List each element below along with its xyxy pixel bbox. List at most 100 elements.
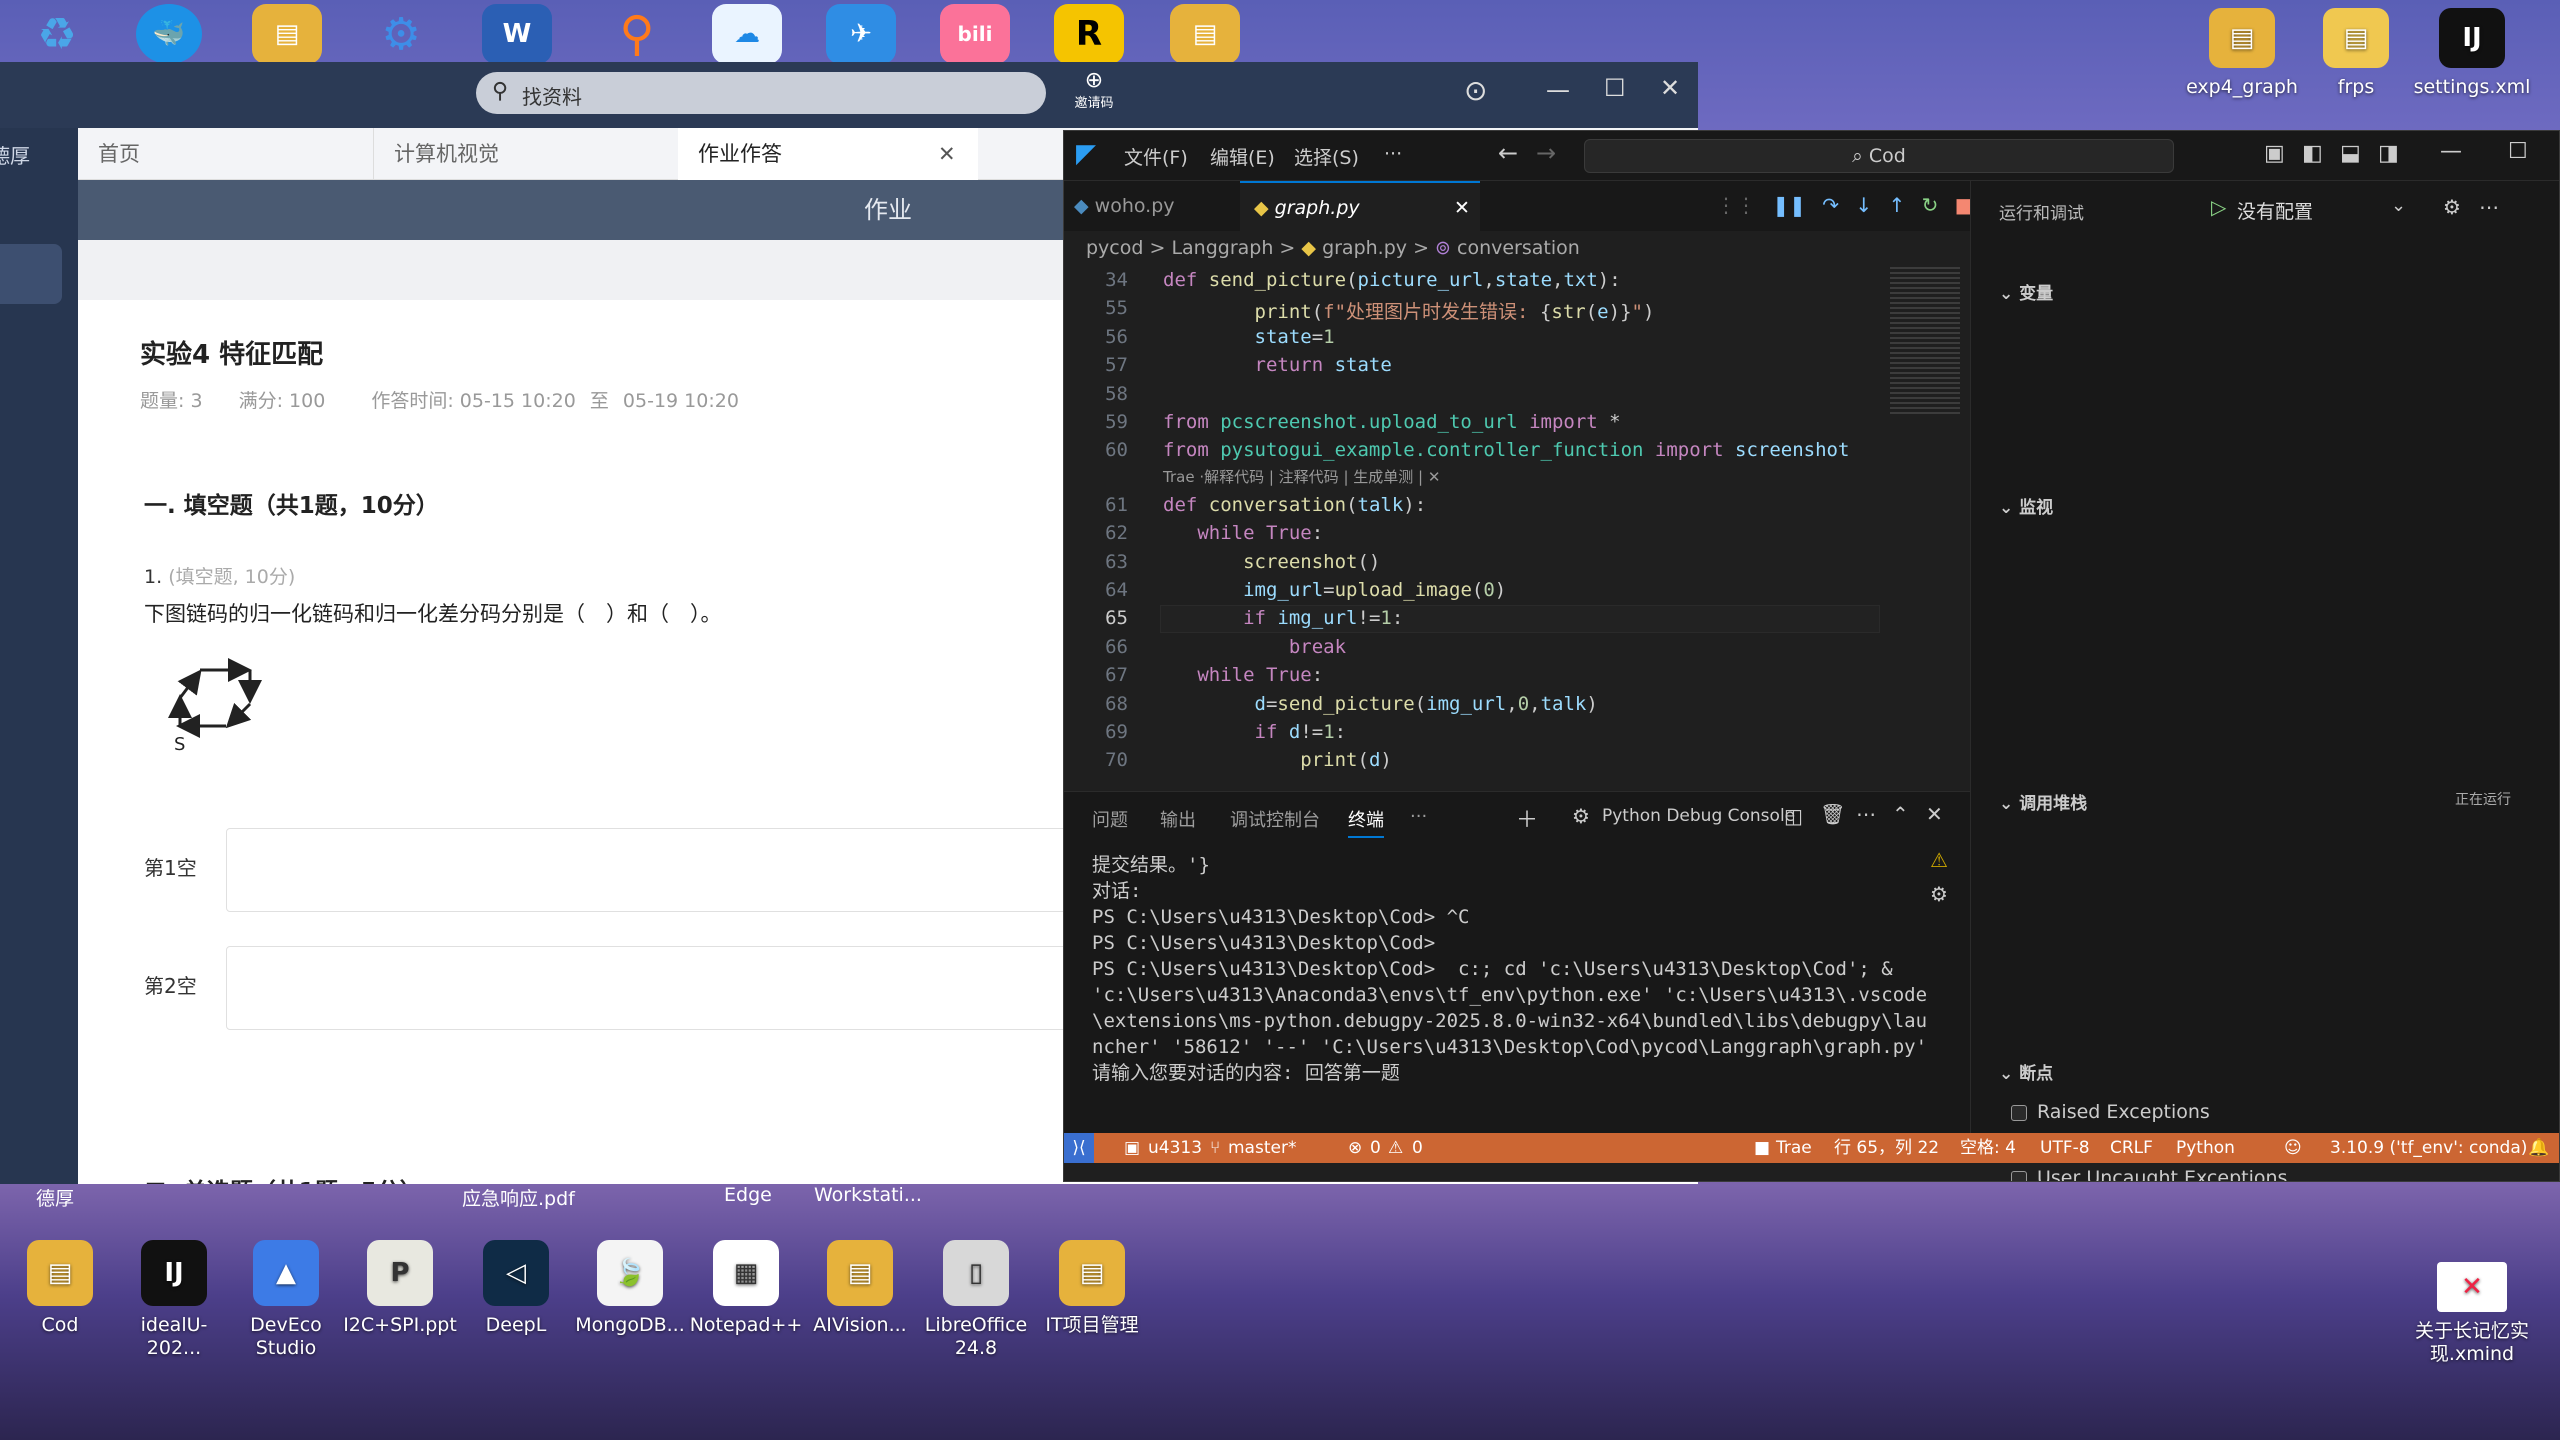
- desktop-icon[interactable]: ▤ Cod: [0, 1240, 120, 1337]
- breakpoints-section[interactable]: ⌄ 断点: [1971, 1059, 2559, 1084]
- status-spaces[interactable]: 空格: 4: [1960, 1133, 2016, 1163]
- recycle-bin-icon[interactable]: ♻: [22, 4, 92, 64]
- trash-icon[interactable]: 🗑: [1820, 802, 1845, 826]
- desktop-icon[interactable]: P I2C+SPI.ppt: [340, 1240, 460, 1337]
- desktop-label[interactable]: Workstati...: [814, 1184, 922, 1206]
- status-trae[interactable]: Trae: [1776, 1133, 1812, 1163]
- variables-section[interactable]: ⌄ 变量: [1971, 279, 2559, 304]
- desktop-icon[interactable]: ▤ exp4_graph: [2182, 8, 2302, 99]
- menu-file[interactable]: 文件(F): [1124, 143, 1188, 170]
- codelens[interactable]: Trae ·解释代码 | 注释代码 | 生成单测 | ✕: [1163, 466, 1440, 487]
- minimize-icon[interactable]: —: [2440, 139, 2462, 164]
- new-terminal-icon[interactable]: ＋: [1516, 802, 1538, 834]
- desktop-icon[interactable]: 🍃 MongoDB...: [570, 1240, 690, 1337]
- step-out-icon[interactable]: ↑: [1888, 193, 1905, 217]
- notification-icon[interactable]: 🔔: [2528, 1133, 2549, 1163]
- minimap[interactable]: [1890, 267, 1960, 417]
- callstack-section[interactable]: ⌄ 调用堆栈 正在运行: [1971, 789, 2559, 814]
- search-box[interactable]: ⚲ 找资料: [476, 72, 1046, 114]
- terminal-output[interactable]: 提交结果。'} 对话: PS C:\Users\u4313\Desktop\Co…: [1092, 852, 1932, 1086]
- invite-button[interactable]: ⊕ 邀请码: [1064, 70, 1124, 112]
- tab-problems[interactable]: 问题: [1092, 806, 1128, 832]
- maximize-icon[interactable]: ☐: [1604, 74, 1626, 102]
- watch-section[interactable]: ⌄ 监视: [1971, 493, 2559, 518]
- rockstar-icon[interactable]: R: [1054, 4, 1124, 64]
- step-over-icon[interactable]: ↷: [1822, 193, 1839, 217]
- breakpoint-option[interactable]: Raised Exceptions: [2011, 1101, 2210, 1123]
- desktop-icon[interactable]: ◁ DeepL: [456, 1240, 576, 1337]
- restart-icon[interactable]: ↻: [1922, 193, 1939, 217]
- status-user[interactable]: u4313: [1148, 1133, 1202, 1163]
- menu-select[interactable]: 选择(S): [1294, 143, 1359, 170]
- desktop-label[interactable]: 应急响应.pdf: [462, 1184, 575, 1211]
- status-eol[interactable]: CRLF: [2110, 1133, 2153, 1163]
- desktop-label[interactable]: 德厚: [36, 1184, 74, 1211]
- breadcrumb-item[interactable]: pycod: [1086, 237, 1143, 259]
- minimize-icon[interactable]: —: [1546, 76, 1570, 104]
- desktop-icon[interactable]: ▲ DevEco Studio: [226, 1240, 346, 1360]
- status-branch[interactable]: master*: [1228, 1133, 1296, 1163]
- chevron-down-icon[interactable]: ⌄: [2391, 195, 2406, 216]
- branch-icon[interactable]: ⑂: [1210, 1133, 1220, 1163]
- menu-more[interactable]: ···: [1384, 143, 1402, 165]
- folder-icon[interactable]: ▤: [1170, 4, 1240, 64]
- breadcrumb-item[interactable]: graph.py: [1322, 237, 1407, 259]
- settings-app-icon[interactable]: ⚙: [366, 4, 436, 64]
- status-errors[interactable]: 0: [1370, 1133, 1381, 1163]
- checkbox[interactable]: [2011, 1170, 2027, 1181]
- more-icon[interactable]: ⋯: [2479, 195, 2499, 219]
- account-icon[interactable]: ▣: [1124, 1133, 1140, 1163]
- status-language[interactable]: Python: [2176, 1133, 2235, 1163]
- desktop-icon[interactable]: IJ idealU-202...: [114, 1240, 234, 1360]
- drag-handle-icon[interactable]: ⋮⋮: [1716, 193, 1756, 217]
- desktop-icon[interactable]: ▤ frps: [2296, 8, 2416, 99]
- terminal-name[interactable]: Python Debug Console: [1602, 806, 1795, 826]
- tab-close-icon[interactable]: ✕: [938, 128, 956, 180]
- pause-icon[interactable]: ❚❚: [1772, 193, 1806, 217]
- close-icon[interactable]: ✕: [1660, 74, 1680, 102]
- split-terminal-icon[interactable]: ◫: [1784, 804, 1803, 828]
- desktop-icon-xmind[interactable]: ✕ 关于长记忆实现.xmind: [2412, 1262, 2532, 1366]
- bilibili-icon[interactable]: bili: [940, 4, 1010, 64]
- command-center[interactable]: ⌕ Cod: [1584, 139, 2174, 173]
- breadcrumb-item[interactable]: conversation: [1457, 237, 1580, 259]
- gear-icon[interactable]: ⚙: [2443, 195, 2461, 219]
- error-icon[interactable]: ⊗: [1348, 1133, 1362, 1163]
- menu-edit[interactable]: 编辑(E): [1210, 143, 1275, 170]
- back-arrow-icon[interactable]: ←: [1498, 139, 1518, 167]
- chevron-up-icon[interactable]: ⌃: [1892, 802, 1909, 826]
- status-position[interactable]: 行 65，列 22: [1834, 1133, 1939, 1163]
- step-into-icon[interactable]: ↓: [1855, 193, 1872, 217]
- run-icon[interactable]: ▷: [2211, 195, 2226, 219]
- tab-graph[interactable]: ◆ graph.py ✕: [1240, 181, 1480, 231]
- search-app-icon[interactable]: ⚲: [602, 4, 672, 64]
- desktop-icon[interactable]: ▤ AIVision...: [800, 1240, 920, 1337]
- forward-arrow-icon[interactable]: →: [1536, 139, 1556, 167]
- breakpoint-option[interactable]: User Uncaught Exceptions: [2011, 1167, 2287, 1181]
- tab-home[interactable]: 首页: [78, 128, 374, 180]
- tab-more[interactable]: ···: [1410, 806, 1427, 827]
- folder-icon[interactable]: ▤: [252, 4, 322, 64]
- docker-icon[interactable]: 🐳: [136, 4, 202, 64]
- tab-output[interactable]: 输出: [1160, 806, 1196, 832]
- desktop-icon[interactable]: ▦ Notepad++: [686, 1240, 806, 1337]
- remote-indicator[interactable]: ⟩⟨: [1064, 1133, 1094, 1163]
- bird-app-icon[interactable]: ✈: [826, 4, 896, 64]
- maximize-icon[interactable]: ☐: [2508, 139, 2528, 164]
- panel-toggle-icon[interactable]: ⬓: [2340, 141, 2361, 166]
- more-icon[interactable]: ⋯: [1856, 802, 1876, 826]
- desktop-label[interactable]: Edge: [724, 1184, 772, 1206]
- desktop-icon[interactable]: ▤ IT项目管理: [1032, 1240, 1152, 1337]
- tab-homework[interactable]: 作业作答 ✕: [678, 128, 978, 180]
- tab-close-icon[interactable]: ✕: [1454, 183, 1470, 233]
- cloud-app-icon[interactable]: ☁: [712, 4, 782, 64]
- config-select[interactable]: 没有配置: [2237, 197, 2313, 224]
- desktop-icon[interactable]: IJ settings.xml: [2412, 8, 2532, 99]
- status-encoding[interactable]: UTF-8: [2040, 1133, 2090, 1163]
- debug-session-icon[interactable]: ⚙: [1930, 882, 1948, 906]
- warning-icon[interactable]: ⚠: [1388, 1133, 1403, 1163]
- tab-terminal[interactable]: 终端: [1348, 806, 1384, 838]
- sidebar-active-item[interactable]: [0, 244, 62, 304]
- secondary-sidebar-icon[interactable]: ◨: [2378, 141, 2399, 166]
- checkbox[interactable]: [2011, 1104, 2027, 1121]
